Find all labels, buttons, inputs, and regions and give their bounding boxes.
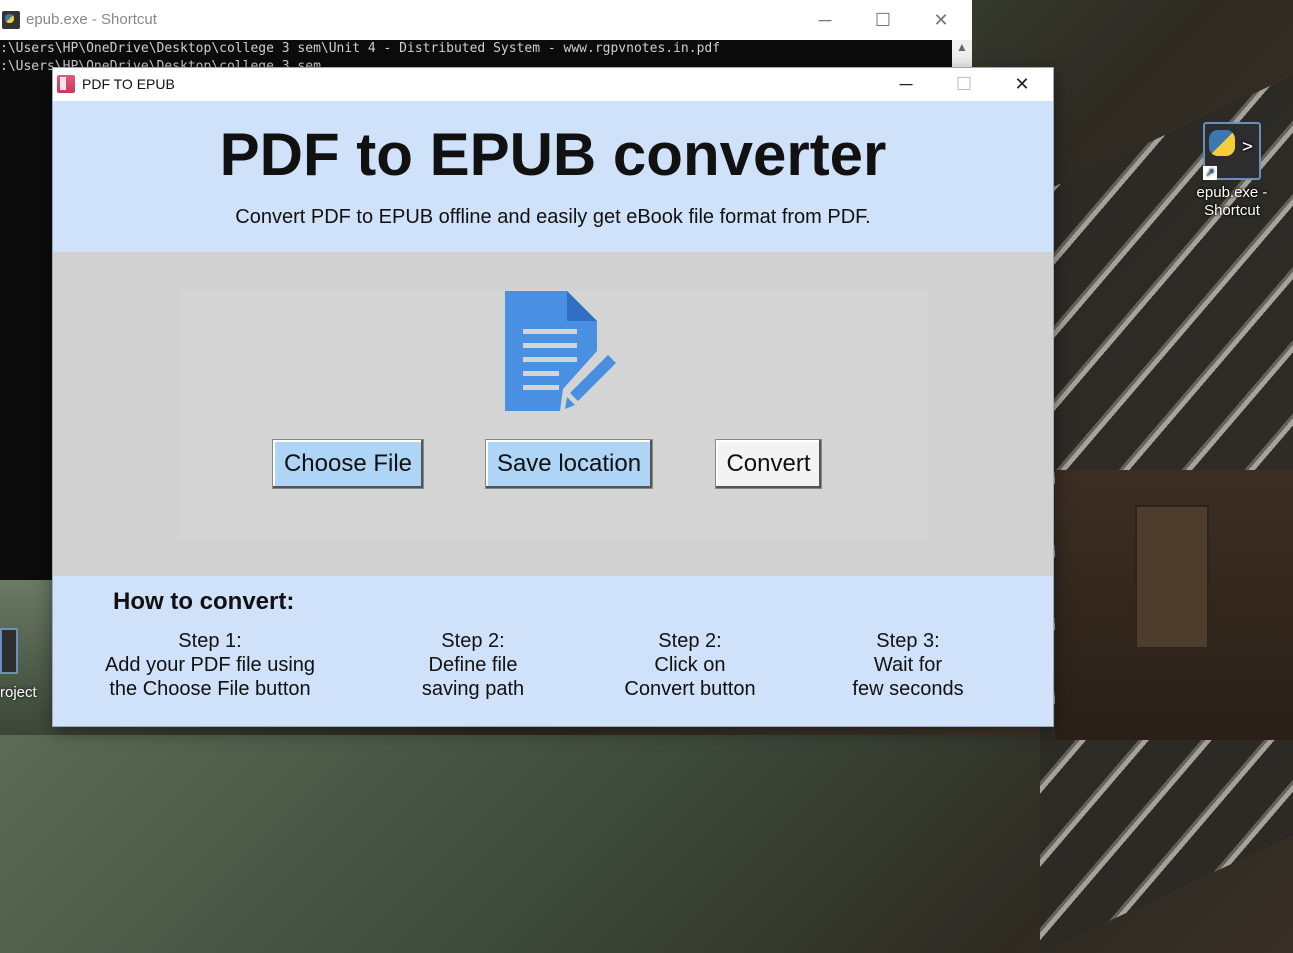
scroll-up-icon[interactable]: ▲ <box>952 40 972 54</box>
header-panel: PDF to EPUB converter Convert PDF to EPU… <box>53 101 1053 252</box>
python-console-icon <box>2 11 20 29</box>
step-line: few seconds <box>852 678 964 700</box>
close-button[interactable]: ✕ <box>993 68 1051 101</box>
step-title: Step 2: <box>658 630 722 652</box>
maximize-button[interactable]: ☐ <box>854 0 912 40</box>
desktop-shortcut-epub[interactable]: > ↗ epub.exe - Shortcut <box>1192 122 1272 220</box>
console-titlebar[interactable]: epub.exe - Shortcut ─ ☐ ✕ <box>0 0 972 40</box>
converter-inner-panel <box>178 289 928 539</box>
step-3: Step 2: Click on Convert button <box>610 629 770 701</box>
desktop-shortcut-project[interactable]: roject <box>0 628 40 701</box>
python-console-icon: > ↗ <box>1203 122 1261 180</box>
step-line: Click on <box>654 654 726 676</box>
step-line: Convert button <box>624 678 756 700</box>
maximize-button: ☐ <box>955 74 973 94</box>
minimize-button[interactable]: ─ <box>877 68 935 101</box>
step-title: Step 1: <box>178 630 242 652</box>
choose-file-button[interactable]: Choose File <box>272 439 424 489</box>
converter-panel: Choose File Save location Convert <box>53 252 1053 576</box>
desktop-wallpaper-post <box>1135 505 1209 649</box>
pdf-to-epub-window: PDF TO EPUB ─ ☐ ✕ PDF to EPUB converter … <box>53 68 1053 726</box>
minimize-button[interactable]: ─ <box>796 0 854 40</box>
desktop-shortcut-label: roject <box>0 684 37 701</box>
step-line: saving path <box>421 678 525 700</box>
app-titlebar[interactable]: PDF TO EPUB ─ ☐ ✕ <box>53 68 1053 101</box>
document-edit-icon <box>505 291 619 413</box>
instructions-panel: How to convert: Step 1: Add your PDF fil… <box>53 576 1053 726</box>
step-line: Define file <box>428 654 518 676</box>
step-title: Step 3: <box>876 630 940 652</box>
desktop-shortcut-label: epub.exe - Shortcut <box>1196 184 1268 219</box>
page-title: PDF to EPUB converter <box>219 121 887 188</box>
step-line: the Choose File button <box>109 678 311 700</box>
page-subtitle: Convert PDF to EPUB offline and easily g… <box>235 206 871 228</box>
howto-heading: How to convert: <box>113 588 295 615</box>
step-title: Step 2: <box>441 630 505 652</box>
app-title: PDF TO EPUB <box>82 76 175 92</box>
step-line: Add your PDF file using <box>104 654 316 676</box>
console-line: :\Users\HP\OneDrive\Desktop\college 3 se… <box>0 41 721 56</box>
save-location-button[interactable]: Save location <box>485 439 653 489</box>
convert-button[interactable]: Convert <box>715 439 822 489</box>
python-console-icon <box>0 628 18 674</box>
console-title: epub.exe - Shortcut <box>26 11 157 28</box>
step-2: Step 2: Define file saving path <box>398 629 548 701</box>
app-book-icon <box>57 75 75 93</box>
close-button[interactable]: ✕ <box>912 0 970 40</box>
step-4: Step 3: Wait for few seconds <box>833 629 983 701</box>
step-1: Step 1: Add your PDF file using the Choo… <box>85 629 335 701</box>
step-line: Wait for <box>873 654 943 676</box>
